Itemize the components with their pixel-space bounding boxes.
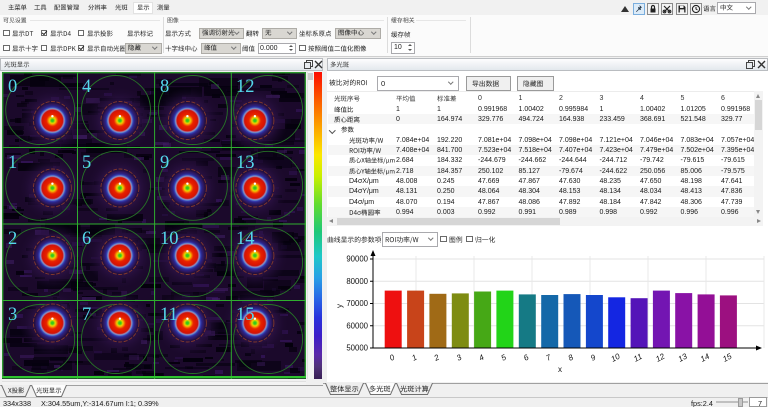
svg-text:70000: 70000: [346, 299, 368, 308]
svg-text:9: 9: [160, 153, 169, 173]
svg-text:13: 13: [677, 351, 690, 363]
svg-text:14: 14: [236, 229, 255, 249]
svg-text:11: 11: [632, 352, 644, 364]
svg-text:1: 1: [410, 353, 418, 363]
svg-text:8: 8: [567, 353, 576, 363]
svg-text:2: 2: [8, 229, 17, 249]
svg-text:7: 7: [544, 353, 553, 363]
svg-text:9: 9: [589, 353, 598, 363]
svg-text:11: 11: [160, 305, 178, 325]
svg-text:50000: 50000: [346, 344, 368, 353]
svg-text:90000: 90000: [346, 255, 368, 264]
svg-text:13: 13: [236, 153, 255, 173]
svg-text:14: 14: [699, 351, 712, 363]
svg-text:5: 5: [82, 153, 91, 173]
svg-text:y: y: [335, 304, 344, 308]
svg-text:7: 7: [82, 305, 91, 325]
svg-text:60000: 60000: [346, 321, 368, 330]
svg-text:3: 3: [455, 353, 464, 363]
svg-text:6: 6: [82, 229, 91, 249]
svg-text:12: 12: [654, 351, 667, 363]
svg-text:0: 0: [8, 77, 17, 97]
svg-text:x: x: [558, 365, 562, 374]
svg-text:8: 8: [160, 77, 169, 97]
svg-text:3: 3: [8, 305, 17, 325]
svg-text:12: 12: [236, 77, 255, 97]
svg-text:10: 10: [609, 351, 622, 363]
svg-text:6: 6: [522, 353, 531, 363]
svg-text:2: 2: [432, 353, 442, 364]
svg-text:15: 15: [236, 305, 255, 325]
svg-text:10: 10: [160, 229, 179, 249]
svg-text:5: 5: [500, 353, 509, 363]
svg-text:0: 0: [388, 353, 397, 363]
svg-text:4: 4: [82, 77, 91, 97]
svg-text:80000: 80000: [346, 277, 368, 286]
svg-text:15: 15: [721, 351, 734, 363]
svg-text:1: 1: [8, 153, 17, 173]
svg-text:4: 4: [477, 353, 486, 363]
